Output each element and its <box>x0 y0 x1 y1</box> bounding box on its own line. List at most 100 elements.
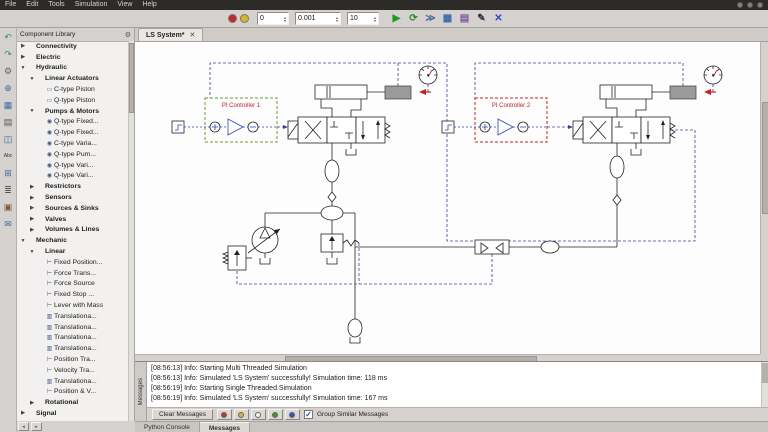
tree-item[interactable]: ⊢ Fixed Position... <box>17 257 128 268</box>
force-arrow-1[interactable] <box>419 89 431 95</box>
spin-down-icon[interactable]: ▾ <box>374 19 376 22</box>
message-filter-button[interactable] <box>217 409 232 420</box>
toolbar-icon-button[interactable]: ▤ <box>457 12 472 26</box>
side-toolbar-icon[interactable]: ⊕ <box>4 83 12 93</box>
expand-arrow-icon[interactable]: ▼ <box>19 65 27 71</box>
minimize-button[interactable] <box>737 2 743 8</box>
spin-down-icon[interactable]: ▾ <box>336 19 338 22</box>
tree-item[interactable]: ▶ Restrictors <box>17 181 128 192</box>
toolbar-icon-button[interactable]: ≫ <box>423 12 438 26</box>
shuttle-valve[interactable] <box>475 240 509 254</box>
tree-item[interactable]: ▥ Translationa... <box>17 311 128 322</box>
side-toolbar-icon[interactable]: ◫ <box>4 134 13 144</box>
toolbar-icon-button[interactable]: ⟳ <box>406 12 421 26</box>
message-filter-button[interactable] <box>251 409 266 420</box>
time-field[interactable]: 0.001 ▴ ▾ <box>295 12 341 25</box>
directional-valve-2[interactable] <box>573 117 675 143</box>
side-toolbar-icon[interactable]: ▣ <box>4 202 13 212</box>
flow-sensor-2[interactable] <box>613 195 621 205</box>
side-toolbar-icon[interactable]: ✉ <box>4 219 12 229</box>
tree-item[interactable]: ⊢ Force Source <box>17 279 128 290</box>
tree-item[interactable]: ▶ Sources & Sinks <box>17 203 128 214</box>
menu-item[interactable]: Simulation <box>70 0 113 10</box>
tree-item[interactable]: ⊢ Force Trans... <box>17 268 128 279</box>
model-tab[interactable]: LS System* ✕ <box>138 28 203 41</box>
tree-item[interactable]: ▥ Translationa... <box>17 333 128 344</box>
messages-log[interactable]: [08:56:13] Info: Starting Multi Threaded… <box>147 362 768 407</box>
volume-3[interactable] <box>541 241 559 253</box>
tree-item[interactable]: ▶ Signal <box>17 408 128 419</box>
side-toolbar-icon[interactable]: ▤ <box>4 117 13 127</box>
tree-item[interactable]: ▶ Connectivity <box>17 41 128 52</box>
expand-arrow-icon[interactable]: ▼ <box>28 108 36 114</box>
side-toolbar-icon[interactable]: ⊞ <box>4 168 12 178</box>
scroll-right-button[interactable]: ▸ <box>31 422 42 431</box>
canvas-horizontal-scrollbar[interactable] <box>135 354 760 361</box>
expand-arrow-icon[interactable]: ▼ <box>19 238 27 244</box>
tree-item[interactable]: ▥ Translationa... <box>17 343 128 354</box>
tree-item[interactable]: ▶ Rotational <box>17 397 128 408</box>
side-toolbar-icon[interactable]: ≣ <box>4 185 12 195</box>
tree-item[interactable]: ▭ Q-type Piston <box>17 95 128 106</box>
tree-item[interactable]: ◉ Q-type Vari... <box>17 160 128 171</box>
canvas-vertical-scrollbar[interactable] <box>760 42 768 354</box>
expand-arrow-icon[interactable]: ▶ <box>19 410 27 416</box>
menu-item[interactable]: View <box>112 0 137 10</box>
volume-1[interactable] <box>325 160 339 182</box>
maximize-button[interactable] <box>747 2 753 8</box>
spinner-arrows[interactable]: ▴ ▾ <box>284 16 286 22</box>
message-filter-button[interactable] <box>285 409 300 420</box>
variable-pump[interactable] <box>248 227 280 253</box>
clear-messages-button[interactable]: Clear Messages <box>152 409 213 420</box>
time-field[interactable]: 10 ▴ ▾ <box>347 12 379 25</box>
tree-item[interactable]: ▶ Valves <box>17 214 128 225</box>
spinner-arrows[interactable]: ▴ ▾ <box>374 16 376 22</box>
tree-item[interactable]: ▼ Linear <box>17 246 128 257</box>
gauge-2[interactable] <box>704 66 722 84</box>
menu-item[interactable]: File <box>0 0 21 10</box>
tree-item[interactable]: ▼ Linear Actuators <box>17 73 128 84</box>
tree-item[interactable]: ▶ Volumes & Lines <box>17 225 128 236</box>
messages-scrollbar[interactable] <box>761 362 768 407</box>
expand-arrow-icon[interactable]: ▶ <box>28 400 36 406</box>
time-field[interactable]: 0 ▴ ▾ <box>257 12 289 25</box>
scrollbar-thumb[interactable] <box>129 43 134 113</box>
relief-valve[interactable] <box>321 234 359 252</box>
pressure-compensator[interactable] <box>223 246 246 270</box>
record-button[interactable] <box>228 14 237 23</box>
tree-item[interactable]: ◉ Q-type Pum... <box>17 149 128 160</box>
tree-item[interactable]: ▥ Translationa... <box>17 322 128 333</box>
toolbar-icon-button[interactable]: ✎ <box>474 12 489 26</box>
side-toolbar-icon[interactable]: ▦ <box>4 100 13 110</box>
schematic[interactable]: .k{stroke:#222;fill:none;stroke-width:0.… <box>135 42 760 354</box>
directional-valve-1[interactable] <box>288 117 390 143</box>
toolbar-icon-button[interactable]: ▦ <box>440 12 455 26</box>
side-toolbar-icon[interactable]: ⚙ <box>4 66 12 76</box>
volume-2[interactable] <box>610 156 624 178</box>
tree-item[interactable]: ⊢ Position & V... <box>17 387 128 398</box>
side-toolbar-icon[interactable]: ↷ <box>4 49 12 59</box>
scrollbar-thumb[interactable] <box>762 102 768 214</box>
flow-sensor-1[interactable] <box>328 192 336 202</box>
bottom-panel-tab[interactable]: Messages <box>200 422 250 432</box>
junction-volume[interactable] <box>321 206 343 220</box>
bottom-panel-tab[interactable]: Python Console <box>135 422 200 432</box>
expand-arrow-icon[interactable]: ▶ <box>28 184 36 190</box>
expand-arrow-icon[interactable]: ▼ <box>28 249 36 255</box>
tree-item[interactable]: ⊢ Fixed Stop ... <box>17 289 128 300</box>
message-filter-button[interactable] <box>268 409 283 420</box>
tree-item[interactable]: ▼ Hydraulic <box>17 63 128 74</box>
toolbar-icon-button[interactable]: ✕ <box>491 12 506 26</box>
menu-item[interactable]: Edit <box>21 0 43 10</box>
gauge-1[interactable] <box>419 66 437 84</box>
expand-arrow-icon[interactable]: ▶ <box>19 54 27 60</box>
tree-item[interactable]: ◉ Q-type Fixed... <box>17 127 128 138</box>
tree-item[interactable]: ◉ Q-type Vari... <box>17 171 128 182</box>
scrollbar-thumb[interactable] <box>762 363 768 383</box>
force-arrow-2[interactable] <box>704 89 716 95</box>
pi-controller-1[interactable]: PI Controller 1 <box>172 98 288 142</box>
tree-item[interactable]: ▶ Sensors <box>17 192 128 203</box>
expand-arrow-icon[interactable]: ▶ <box>28 227 36 233</box>
expand-arrow-icon[interactable]: ▶ <box>28 205 36 211</box>
expand-arrow-icon[interactable]: ▶ <box>28 195 36 201</box>
